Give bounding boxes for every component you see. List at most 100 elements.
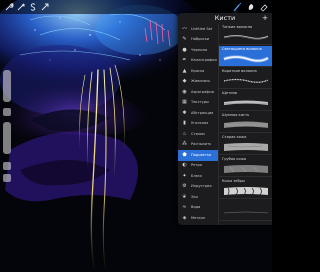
metal-icon: ◈ xyxy=(182,214,187,221)
brush-set-label: Наброски xyxy=(191,37,210,42)
pencil-icon: ✎ xyxy=(182,36,187,43)
brush-set-item[interactable]: ◉ Аэрография xyxy=(178,87,218,98)
brush-label: Старая кожа xyxy=(222,135,247,139)
flame-icon: ♨ xyxy=(182,130,187,137)
industrial-icon: ⚙ xyxy=(182,183,187,190)
smudge-icon[interactable] xyxy=(246,2,256,12)
brush-set-label: Угольная xyxy=(191,121,209,126)
brush-set-item[interactable]: ▲ Краска xyxy=(178,66,218,77)
brush-item[interactable]: Кожа зебры xyxy=(219,178,272,199)
brush-set-item[interactable]: ◆ Живопись xyxy=(178,77,218,88)
brush-list: Тонкие волокна Светящиеся волокна Короткие… xyxy=(219,24,272,225)
wrench-icon[interactable] xyxy=(4,2,14,12)
brush-set-label: Индустрия xyxy=(191,184,212,189)
brush-set-label: Аэрография xyxy=(191,89,214,94)
water-icon: ≈ xyxy=(182,204,187,211)
brush-set-label: Ретро xyxy=(191,163,202,168)
redo-button[interactable] xyxy=(3,174,11,182)
brush-set-item[interactable]: ✎ Наброски xyxy=(178,35,218,46)
brush-stroke-preview xyxy=(223,211,269,214)
brush-stroke-preview xyxy=(223,55,269,63)
brush-set-item[interactable]: ≈ Вода xyxy=(178,203,218,214)
brush-label: Короткие волокна xyxy=(222,69,257,73)
brush-set-item[interactable]: ◐ Ретро xyxy=(178,161,218,172)
brush-set-item[interactable]: ⁂ Распылить xyxy=(178,140,218,151)
brush-stroke-preview xyxy=(224,121,268,128)
brush-stroke-preview xyxy=(224,143,268,151)
brush-set-label: Эко xyxy=(191,194,198,199)
brush-set-label: Стихии xyxy=(191,131,205,136)
abstract-icon: ✱ xyxy=(182,109,187,116)
brush-label: Щетина xyxy=(222,91,238,95)
brush-item[interactable]: Тонкие волокна xyxy=(219,24,272,45)
brush-item[interactable]: Грубая кожа xyxy=(219,156,272,177)
brush-item[interactable]: Короткие волокна xyxy=(219,68,272,89)
brush-label: Грубая кожа xyxy=(222,157,247,161)
eraser-icon[interactable] xyxy=(259,2,269,12)
brush-item[interactable]: Старая кожа xyxy=(219,134,272,155)
retro-icon: ◐ xyxy=(182,162,187,169)
procreate-screen: Кисти + 〰 Untitled Set ✎ Наброски ● Чернила ✒ К… xyxy=(0,0,272,272)
brush-stroke-preview xyxy=(223,78,269,83)
brush-stroke-preview xyxy=(224,165,268,173)
brush-set-label: Блеск xyxy=(191,173,203,178)
painting-icon: ◆ xyxy=(182,78,187,85)
brush-set-list: 〰 Untitled Set ✎ Наброски ● Чернила ✒ Каллиграф… xyxy=(178,24,219,225)
spray-can-icon: ⁂ xyxy=(182,141,187,148)
airbrush-icon: ◉ xyxy=(182,88,187,95)
undo-button[interactable] xyxy=(3,162,11,170)
brush-set-item[interactable]: ● Чернила xyxy=(178,45,218,56)
texture-icon: ▦ xyxy=(182,99,187,106)
modify-button[interactable] xyxy=(3,108,11,116)
charcoal-icon: ▮ xyxy=(183,120,186,127)
brush-label: Кожа зебры xyxy=(222,179,245,183)
brush-set-item[interactable]: ◈ Металл xyxy=(178,213,218,224)
brush-item[interactable]: Щетина xyxy=(219,90,272,111)
transform-arrow-icon[interactable] xyxy=(40,2,50,12)
brush-set-label: Подсветка xyxy=(191,152,212,157)
brush-stroke-icon: 〰 xyxy=(181,25,187,32)
brush-label: Шумная кисть xyxy=(222,113,250,117)
brush-stroke-preview xyxy=(224,100,268,105)
brush-set-label: Металл xyxy=(191,215,206,220)
brush-set-item[interactable]: ⬟ Подсветка xyxy=(178,150,218,161)
brush-stroke-preview xyxy=(224,187,268,196)
brush-set-label: Каллиграфия xyxy=(191,58,217,63)
brush-item[interactable]: Шумная кисть xyxy=(219,112,272,133)
brush-set-item[interactable]: ✦ Блеск xyxy=(178,171,218,182)
glow-drop-icon: ⬟ xyxy=(182,151,187,158)
brush-size-slider[interactable] xyxy=(3,70,11,102)
panel-title: Кисти xyxy=(214,14,236,22)
brush-set-item[interactable]: ✱ Абстракция xyxy=(178,108,218,119)
brush-set-label: Untitled Set xyxy=(191,26,213,31)
brush-set-label: Распылить xyxy=(191,142,212,147)
brush-set-label: Чернила xyxy=(191,47,208,52)
brush-set-item[interactable]: ▦ Текстуры xyxy=(178,98,218,109)
brush-set-label: Текстуры xyxy=(191,100,209,105)
magic-wand-icon[interactable] xyxy=(16,2,26,12)
sparkle-icon: ✦ xyxy=(182,172,187,179)
brush-set-item[interactable]: ❦ Эко xyxy=(178,192,218,203)
ink-drop-icon: ● xyxy=(182,46,187,53)
brush-item[interactable] xyxy=(219,200,272,221)
brush-set-item[interactable]: ♨ Стихии xyxy=(178,129,218,140)
brush-library-panel: Кисти + 〰 Untitled Set ✎ Наброски ● Чернила ✒ К… xyxy=(178,13,272,225)
add-brush-set-button[interactable]: + xyxy=(262,14,268,23)
paint-brush-icon: ▲ xyxy=(182,67,187,74)
brush-label: Светящиеся волокна xyxy=(222,47,262,51)
selection-s-icon[interactable] xyxy=(28,2,38,12)
calligraphy-pen-icon: ✒ xyxy=(182,57,187,64)
brush-set-label: Вода xyxy=(191,205,201,210)
opacity-slider[interactable] xyxy=(3,122,11,154)
brush-stroke-preview xyxy=(223,35,269,40)
brush-set-item[interactable]: 〰 Untitled Set xyxy=(178,24,218,35)
brush-set-label: Абстракция xyxy=(191,110,214,115)
brush-set-item[interactable]: ✒ Каллиграфия xyxy=(178,56,218,67)
brush-item[interactable]: Светящиеся волокна xyxy=(219,46,272,67)
brush-label: Тонкие волокна xyxy=(222,25,253,29)
brush-set-label: Краска xyxy=(191,68,205,73)
brush-set-item[interactable]: ⚙ Индустрия xyxy=(178,182,218,193)
brush-set-label: Живопись xyxy=(191,79,211,84)
brush-set-item[interactable]: ▮ Угольная xyxy=(178,119,218,130)
leaf-icon: ❦ xyxy=(182,193,187,200)
